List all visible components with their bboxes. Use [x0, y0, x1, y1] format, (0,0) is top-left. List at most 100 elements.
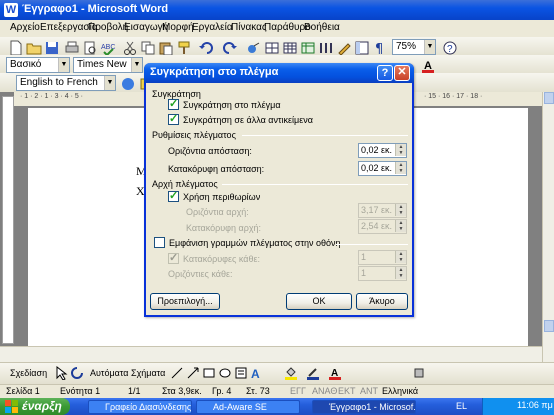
- spin-down-icon[interactable]: ▼: [395, 273, 406, 279]
- use-margins-checkbox[interactable]: [168, 189, 179, 202]
- spin-down-icon[interactable]: ▼: [395, 150, 406, 156]
- taskbar-item-label: Ad-Aware SE: [213, 402, 267, 412]
- font-color-icon[interactable]: A: [328, 366, 342, 380]
- spelling-icon[interactable]: ABC: [100, 40, 116, 56]
- menu-help[interactable]: Βοήθεια: [304, 22, 340, 33]
- font-color-icon[interactable]: A: [420, 58, 436, 74]
- 3d-style-icon[interactable]: [412, 366, 426, 380]
- show-hide-icon[interactable]: ¶: [372, 40, 388, 56]
- menu-tools[interactable]: Εργαλεία: [192, 22, 233, 33]
- hyperlink-icon[interactable]: [246, 40, 262, 56]
- start-label: έναρξη: [22, 399, 62, 413]
- draw-menu-button[interactable]: Σχεδίαση: [10, 368, 47, 378]
- columns-icon[interactable]: [318, 40, 334, 56]
- default-button[interactable]: Προεπιλογή...: [150, 293, 220, 310]
- translate-select[interactable]: English to French ▼: [16, 75, 116, 91]
- show-gridlines-checkbox[interactable]: [154, 237, 165, 248]
- status-position: Στα 3,9εκ.: [162, 386, 202, 396]
- status-page-count: 1/1: [128, 386, 141, 396]
- help-button[interactable]: ?: [377, 65, 393, 81]
- spin-down-icon[interactable]: ▼: [395, 210, 406, 216]
- vertical-every-input[interactable]: 1 ▲ ▼: [358, 250, 407, 265]
- snap-to-objects-checkbox[interactable]: [168, 112, 179, 125]
- insert-excel-icon[interactable]: [300, 40, 316, 56]
- menu-format[interactable]: Μορφή: [162, 22, 194, 33]
- rectangle-icon[interactable]: [202, 366, 216, 380]
- spin-down-icon[interactable]: ▼: [395, 257, 406, 263]
- paste-icon[interactable]: [158, 40, 174, 56]
- oval-icon[interactable]: [218, 366, 232, 380]
- select-objects-icon[interactable]: [54, 366, 68, 380]
- textbox-icon[interactable]: [234, 366, 248, 380]
- taskbar-item-office[interactable]: Γραφείο Διασύνδεσης...: [88, 400, 192, 414]
- ok-button[interactable]: OK: [286, 293, 352, 310]
- horizontal-every-input[interactable]: 1 ▲ ▼: [358, 266, 407, 281]
- vertical-origin-input[interactable]: 2,54 εκ. ▲ ▼: [358, 219, 407, 234]
- spin-down-icon[interactable]: ▼: [395, 168, 406, 174]
- chevron-down-icon: ▼: [104, 76, 115, 90]
- close-button[interactable]: ✕: [394, 65, 410, 81]
- menu-bar: Αρχείο Επεξεργασία Προβολή Εισαγωγή Μορφ…: [0, 20, 554, 37]
- horizontal-origin-input[interactable]: 3,17 εκ. ▲ ▼: [358, 203, 407, 218]
- menu-view[interactable]: Προβολή: [88, 22, 128, 33]
- autoshapes-menu-button[interactable]: Αυτόματα Σχήματα: [90, 368, 165, 378]
- start-button[interactable]: έναρξη: [0, 398, 70, 415]
- window-title-bar: W Έγγραφο1 - Microsoft Word: [0, 0, 554, 20]
- arrow-icon[interactable]: [186, 366, 200, 380]
- help-icon[interactable]: ?: [442, 40, 458, 56]
- language-indicator[interactable]: EL: [456, 401, 467, 411]
- translate-value: English to French: [20, 77, 98, 88]
- line-icon[interactable]: [170, 366, 184, 380]
- print-icon[interactable]: [64, 40, 80, 56]
- print-preview-icon[interactable]: [82, 40, 98, 56]
- spin-down-icon[interactable]: ▼: [395, 226, 406, 232]
- open-folder-icon[interactable]: [26, 40, 42, 56]
- copy-icon[interactable]: [140, 40, 156, 56]
- scroll-down-button[interactable]: [544, 320, 554, 332]
- menu-file[interactable]: Αρχείο: [10, 22, 40, 33]
- status-trk[interactable]: ΑΝΑΘ: [312, 386, 337, 396]
- save-icon[interactable]: [44, 40, 60, 56]
- document-map-icon[interactable]: [354, 40, 370, 56]
- format-painter-icon[interactable]: [176, 40, 192, 56]
- status-ovr[interactable]: ΑΝΤ: [360, 386, 378, 396]
- word-app-icon[interactable]: W: [4, 3, 18, 17]
- view-buttons[interactable]: [2, 349, 62, 361]
- zoom-select[interactable]: 75% ▼: [392, 39, 436, 55]
- clock[interactable]: 11:06 πμ: [517, 400, 553, 410]
- redo-icon[interactable]: [222, 40, 238, 56]
- vertical-ruler[interactable]: [2, 96, 14, 344]
- cancel-button[interactable]: Άκυρο: [356, 293, 408, 310]
- status-ext[interactable]: ΕΚΤ: [338, 386, 356, 396]
- taskbar-item-adaware[interactable]: Ad-Aware SE: [196, 400, 300, 414]
- vertical-spacing-input[interactable]: 0,02 εκ. ▲ ▼: [358, 161, 407, 176]
- dialog-title-bar[interactable]: Συγκράτηση στο πλέγμα ? ✕: [144, 63, 414, 83]
- horizontal-spacing-input[interactable]: 0,02 εκ. ▲ ▼: [358, 143, 407, 158]
- svg-text:?: ?: [447, 44, 453, 55]
- taskbar-item-label: Έγγραφο1 - Microsof...: [329, 402, 416, 412]
- vertical-every-checkbox[interactable]: [168, 251, 179, 264]
- taskbar-item-word[interactable]: Έγγραφο1 - Microsof...: [312, 400, 416, 414]
- undo-icon[interactable]: [198, 40, 214, 56]
- snap-to-objects-label: Συγκράτηση σε άλλα αντικείμενα: [183, 115, 313, 125]
- style-select[interactable]: Βασικό ▼: [6, 57, 70, 73]
- vertical-scrollbar[interactable]: [542, 92, 554, 362]
- snap-to-grid-label: Συγκράτηση στο πλέγμα: [183, 100, 281, 110]
- font-select[interactable]: Times New Roman ▼: [73, 57, 143, 84]
- horizontal-scrollbar[interactable]: [0, 346, 542, 362]
- menu-table[interactable]: Πίνακας: [231, 22, 267, 33]
- rotate-icon[interactable]: [70, 366, 84, 380]
- cut-icon[interactable]: [122, 40, 138, 56]
- scroll-up-button[interactable]: [544, 92, 554, 104]
- translate-icon[interactable]: [120, 76, 136, 92]
- fill-color-icon[interactable]: [284, 366, 298, 380]
- insert-table-icon[interactable]: [282, 40, 298, 56]
- status-rec[interactable]: ΕΓΓ: [290, 386, 306, 396]
- wordart-icon[interactable]: A: [250, 366, 264, 380]
- new-document-icon[interactable]: [8, 40, 24, 56]
- snap-to-grid-checkbox[interactable]: [168, 97, 179, 110]
- drawing-icon[interactable]: [336, 40, 352, 56]
- tables-borders-icon[interactable]: [264, 40, 280, 56]
- horizontal-every-value: 1: [361, 268, 367, 278]
- line-color-icon[interactable]: [306, 366, 320, 380]
